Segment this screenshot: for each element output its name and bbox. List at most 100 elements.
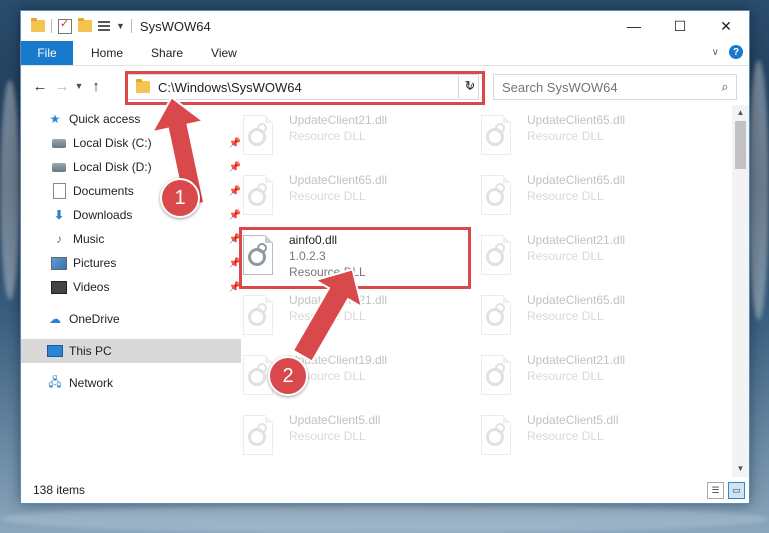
toolbar-separator	[51, 19, 52, 33]
pin-icon[interactable]: 📌	[229, 186, 241, 197]
nav-label: Downloads	[73, 208, 133, 222]
file-name: UpdateClient65.dll	[527, 173, 626, 187]
file-type: Resource DLL	[527, 369, 604, 383]
tab-view[interactable]: View	[197, 41, 251, 65]
address-row: ← → ▼ ↑ C:\Windows\SysWOW64 ∨ ↻ ⌕	[21, 66, 749, 106]
dll-file-icon	[243, 415, 273, 455]
new-folder-icon[interactable]	[78, 18, 92, 32]
window-controls: — ☐ ✕	[611, 11, 749, 41]
callout-badge-1: 1	[160, 178, 200, 218]
tab-file[interactable]: File	[21, 41, 73, 65]
search-input[interactable]	[494, 78, 714, 96]
minimize-button[interactable]: —	[611, 11, 657, 41]
ribbon-tabs: File Home Share View ∨ ?	[21, 41, 749, 66]
computer-icon	[47, 343, 63, 359]
file-type: Resource DLL	[527, 249, 604, 263]
tiles-view-icon[interactable]: ▭	[728, 482, 745, 499]
dll-file-icon	[243, 115, 273, 155]
file-name: UpdateClient21.dll	[289, 113, 388, 127]
file-name: UpdateClient5.dll	[527, 413, 619, 427]
nav-this-pc[interactable]: This PC	[21, 339, 241, 363]
folder-icon	[31, 18, 45, 32]
disk-icon	[51, 159, 67, 175]
cloud-icon: ☁	[49, 312, 61, 326]
status-bar: 138 items ☰ ▭	[21, 477, 749, 503]
scrollbar-thumb[interactable]	[735, 121, 746, 169]
pin-icon[interactable]: 📌	[229, 162, 241, 173]
callout-badge-2: 2	[268, 356, 308, 396]
file-type: Resource DLL	[289, 429, 366, 443]
file-name: UpdateClient65.dll	[527, 113, 626, 127]
toolbar-separator	[130, 19, 132, 33]
view-options-icon[interactable]	[98, 20, 110, 32]
window-title: SysWOW64	[139, 18, 211, 34]
pin-icon[interactable]: 📌	[229, 210, 241, 221]
dll-file-icon	[481, 115, 511, 155]
back-arrow-icon[interactable]: ←	[29, 78, 51, 95]
file-type: Resource DLL	[289, 189, 366, 203]
tab-home[interactable]: Home	[73, 41, 137, 65]
scroll-down-arrow-icon[interactable]: ▼	[732, 461, 749, 477]
file-item[interactable]: UpdateClient65.dll Resource DLL	[479, 289, 699, 345]
scroll-up-arrow-icon[interactable]: ▲	[732, 105, 749, 121]
properties-icon[interactable]	[58, 17, 72, 34]
file-name: UpdateClient21.dll	[527, 233, 626, 247]
up-arrow-icon[interactable]: ↑	[85, 78, 107, 95]
callout-arrow-2	[291, 268, 364, 363]
pin-icon[interactable]: 📌	[229, 138, 241, 149]
expand-ribbon-chevron-icon[interactable]: ∨	[712, 47, 719, 58]
network-icon: 🖧	[48, 374, 62, 389]
pictures-icon	[51, 255, 67, 271]
file-item[interactable]: UpdateClient21.dll Resource DLL	[241, 109, 461, 165]
documents-icon	[51, 183, 67, 199]
file-name: UpdateClient65.dll	[527, 293, 626, 307]
search-box[interactable]: ⌕	[493, 74, 737, 100]
ribbon-right: ∨ ?	[712, 45, 743, 59]
file-name: UpdateClient21.dll	[527, 353, 626, 367]
nav-label: Local Disk (D:)	[73, 160, 152, 174]
nav-onedrive[interactable]: ☁ OneDrive	[21, 307, 241, 331]
file-item[interactable]: UpdateClient21.dll Resource DLL	[479, 349, 699, 405]
disk-icon	[51, 135, 67, 151]
tab-share[interactable]: Share	[137, 41, 197, 65]
nav-item-pictures[interactable]: Pictures 📌	[21, 251, 245, 275]
dll-file-icon	[481, 295, 511, 335]
file-type: Resource DLL	[527, 309, 604, 323]
title-bar: ▼ SysWOW64 — ☐ ✕	[21, 11, 749, 41]
vertical-scrollbar[interactable]: ▲ ▼	[732, 105, 749, 477]
dll-file-icon	[243, 175, 273, 215]
nav-network[interactable]: 🖧 Network	[21, 371, 241, 395]
details-view-icon[interactable]: ☰	[707, 482, 724, 499]
file-name: UpdateClient5.dll	[289, 413, 381, 427]
dll-file-icon	[481, 175, 511, 215]
file-item[interactable]: UpdateClient65.dll Resource DLL	[479, 109, 699, 165]
help-icon[interactable]: ?	[729, 45, 743, 59]
nav-label: Local Disk (C:)	[73, 136, 152, 150]
file-type: Resource DLL	[289, 129, 366, 143]
file-item[interactable]: UpdateClient5.dll Resource DLL	[241, 409, 461, 465]
nav-label: OneDrive	[69, 312, 120, 326]
recent-locations-chevron-icon[interactable]: ▼	[73, 81, 85, 91]
explorer-window: ▼ SysWOW64 — ☐ ✕ File Home Share View ∨ …	[20, 10, 750, 504]
search-icon[interactable]: ⌕	[714, 79, 736, 95]
nav-label: Quick access	[69, 112, 141, 126]
dll-file-icon	[481, 355, 511, 395]
nav-label: Videos	[73, 280, 110, 294]
content-area: ★ Quick access Local Disk (C:) 📌 Local D…	[21, 105, 749, 477]
nav-label: Pictures	[73, 256, 117, 270]
customize-toolbar-arrow-icon[interactable]: ▼	[116, 21, 125, 31]
item-count: 138 items	[33, 483, 86, 497]
file-item[interactable]: UpdateClient65.dll Resource DLL	[479, 169, 699, 225]
file-item[interactable]: UpdateClient65.dll Resource DLL	[241, 169, 461, 225]
forward-arrow-icon[interactable]: →	[51, 78, 73, 95]
file-item[interactable]: UpdateClient5.dll Resource DLL	[479, 409, 699, 465]
nav-item-videos[interactable]: Videos 📌	[21, 275, 245, 299]
nav-label: This PC	[69, 344, 112, 358]
downloads-icon: ⬇	[53, 208, 65, 222]
close-button[interactable]: ✕	[703, 11, 749, 41]
maximize-button[interactable]: ☐	[657, 11, 703, 41]
nav-label: Network	[69, 376, 114, 390]
file-item[interactable]: UpdateClient21.dll Resource DLL	[479, 229, 699, 285]
nav-item-music[interactable]: ♪ Music 📌	[21, 227, 245, 251]
file-type: Resource DLL	[527, 429, 604, 443]
